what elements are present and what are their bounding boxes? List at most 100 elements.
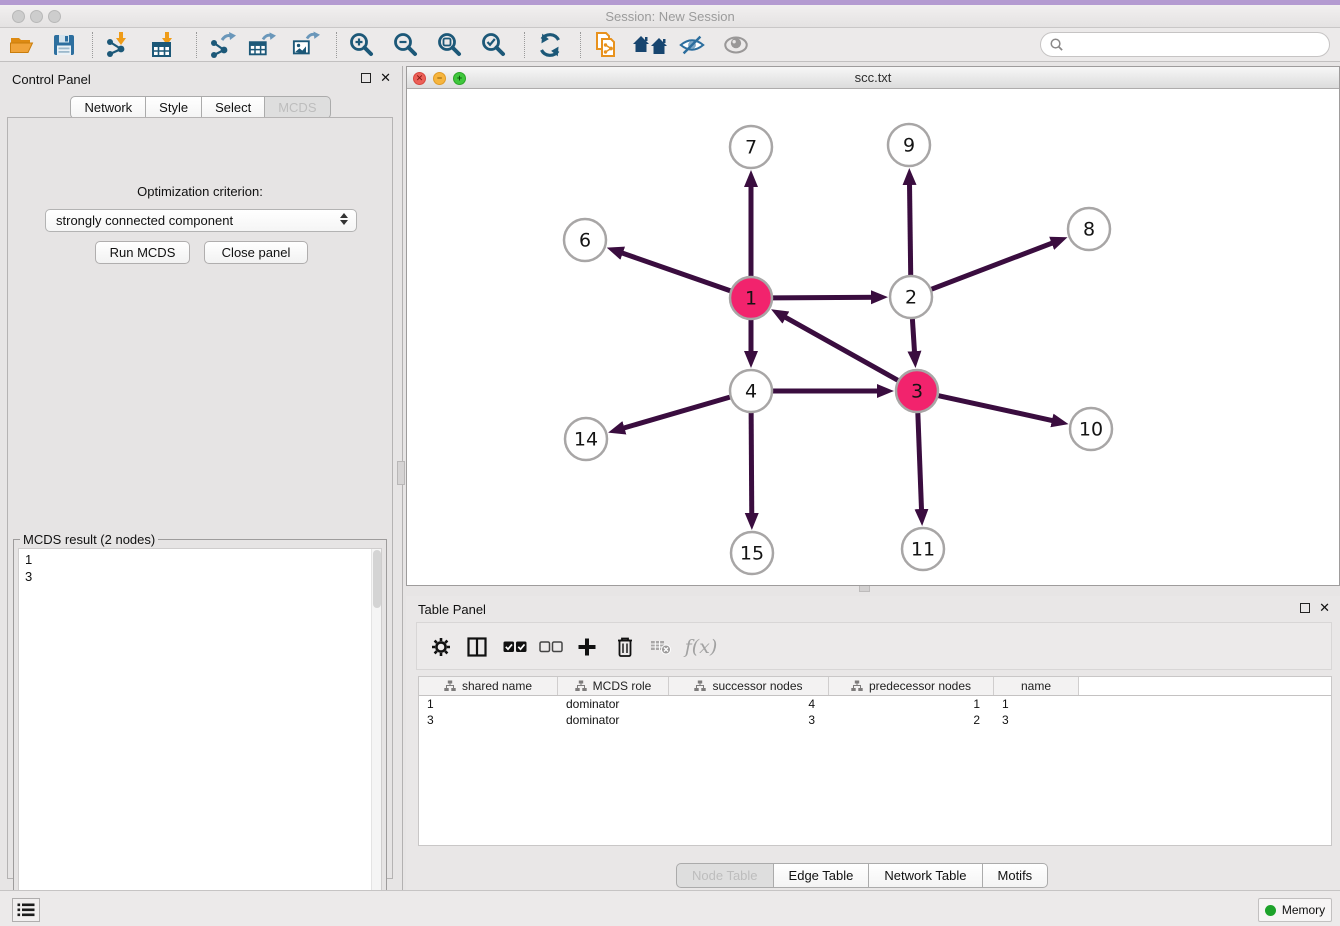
edge-2-3[interactable] [912,319,915,360]
eye-icon[interactable] [722,31,750,59]
table-panel: Table Panel ✕ [406,596,1340,890]
select-all-icon[interactable] [503,635,527,659]
tab-edge-table[interactable]: Edge Table [774,863,870,888]
table-cell[interactable]: 1 [829,696,994,712]
refresh-icon[interactable] [536,31,564,59]
tab-select[interactable]: Select [202,96,265,119]
zoom-fit-icon[interactable] [436,31,464,59]
edge-3-10[interactable] [938,396,1060,423]
table-cell[interactable]: 3 [994,712,1079,728]
duplicate-network-icon[interactable] [592,31,620,59]
column-header-mcds-role[interactable]: MCDS role [558,677,669,695]
export-network-icon[interactable] [208,31,236,59]
edge-4-14[interactable] [616,397,730,430]
tab-network[interactable]: Network [70,96,146,119]
node-7[interactable] [730,126,772,168]
run-mcds-button[interactable]: Run MCDS [95,241,190,264]
status-bar: Memory [0,890,1340,926]
node-8[interactable] [1068,208,1110,250]
node-9[interactable] [888,124,930,166]
result-scrollbar[interactable] [371,549,381,910]
table-cell[interactable]: 2 [829,712,994,728]
node-6[interactable] [564,219,606,261]
import-network-icon[interactable] [104,31,132,59]
import-table-icon[interactable] [150,31,178,59]
add-icon[interactable] [575,635,599,659]
task-history-button[interactable] [12,898,40,922]
node-15[interactable] [731,532,773,574]
optimization-criterion-dropdown[interactable]: strongly connected component [45,209,357,232]
table-cell[interactable]: 3 [669,712,829,728]
tab-style[interactable]: Style [146,96,202,119]
delete-table-icon[interactable] [649,635,673,659]
network-window-title: scc.txt [407,70,1339,85]
table-cell[interactable]: 4 [669,696,829,712]
tab-mcds[interactable]: MCDS [265,96,330,119]
hierarchy-icon [575,680,587,692]
column-header-predecessor-nodes[interactable]: predecessor nodes [829,677,994,695]
open-folder-icon[interactable] [8,31,36,59]
edge-1-6[interactable] [614,250,730,291]
edge-1-2[interactable] [773,297,880,298]
network-canvas[interactable]: 7968124314101511 [407,89,1339,586]
panel-divider-handle[interactable] [397,461,405,485]
hide-eye-icon[interactable] [678,31,706,59]
search-field[interactable] [1040,32,1330,57]
search-input[interactable] [1069,38,1329,52]
table-toolbar: f(x) [416,622,1332,670]
column-header-name[interactable]: name [994,677,1079,695]
close-panel-icon[interactable]: ✕ [380,73,391,83]
export-image-icon[interactable] [292,31,320,59]
gear-icon[interactable] [429,635,453,659]
save-icon[interactable] [50,31,78,59]
trash-icon[interactable] [613,635,637,659]
node-2[interactable] [890,276,932,318]
table-cell[interactable]: dominator [558,712,669,728]
node-4[interactable] [730,370,772,412]
network-window-titlebar[interactable]: ✕ − + scc.txt [407,67,1339,89]
homes-icon[interactable] [632,31,668,59]
tab-node-table[interactable]: Node Table [676,863,774,888]
edge-3-1[interactable] [778,313,898,380]
edge-2-8[interactable] [932,240,1060,289]
edge-3-11[interactable] [918,413,922,518]
node-14[interactable] [565,418,607,460]
table-cell[interactable]: 1 [419,696,558,712]
column-header-successor-nodes[interactable]: successor nodes [669,677,829,695]
table-row[interactable]: 1dominator411 [419,696,1331,712]
table-row[interactable]: 3dominator323 [419,712,1331,728]
node-3[interactable] [896,370,938,412]
table-cell[interactable]: 1 [994,696,1079,712]
close-panel-button[interactable]: Close panel [204,241,308,264]
zoom-selected-icon[interactable] [480,31,508,59]
edge-4-15[interactable] [751,413,752,522]
columns-icon[interactable] [465,635,489,659]
tab-motifs[interactable]: Motifs [983,863,1049,888]
float-panel-icon[interactable] [1300,603,1310,613]
list-icon [17,903,35,917]
mcds-result-area[interactable]: 1 3 [18,548,382,911]
export-table-icon[interactable] [248,31,276,59]
float-panel-icon[interactable] [361,73,371,83]
zoom-out-icon[interactable] [392,31,420,59]
function-icon[interactable]: f(x) [683,635,719,659]
edge-2-9[interactable] [909,176,910,275]
toolbar-separator [336,32,337,58]
table-cell[interactable]: dominator [558,696,669,712]
chevron-updown-icon [340,213,348,225]
deselect-all-icon[interactable] [539,635,563,659]
close-panel-icon[interactable]: ✕ [1319,603,1330,613]
node-1[interactable] [730,277,772,319]
dropdown-value: strongly connected component [56,213,233,228]
node-11[interactable] [902,528,944,570]
column-header-shared-name[interactable]: shared name [419,677,558,695]
toolbar-separator [580,32,581,58]
horizontal-divider-handle[interactable] [859,585,870,592]
hierarchy-icon [444,680,456,692]
memory-button[interactable]: Memory [1258,898,1332,922]
zoom-in-icon[interactable] [348,31,376,59]
toolbar-separator [196,32,197,58]
tab-network-table[interactable]: Network Table [869,863,982,888]
node-10[interactable] [1070,408,1112,450]
table-cell[interactable]: 3 [419,712,558,728]
